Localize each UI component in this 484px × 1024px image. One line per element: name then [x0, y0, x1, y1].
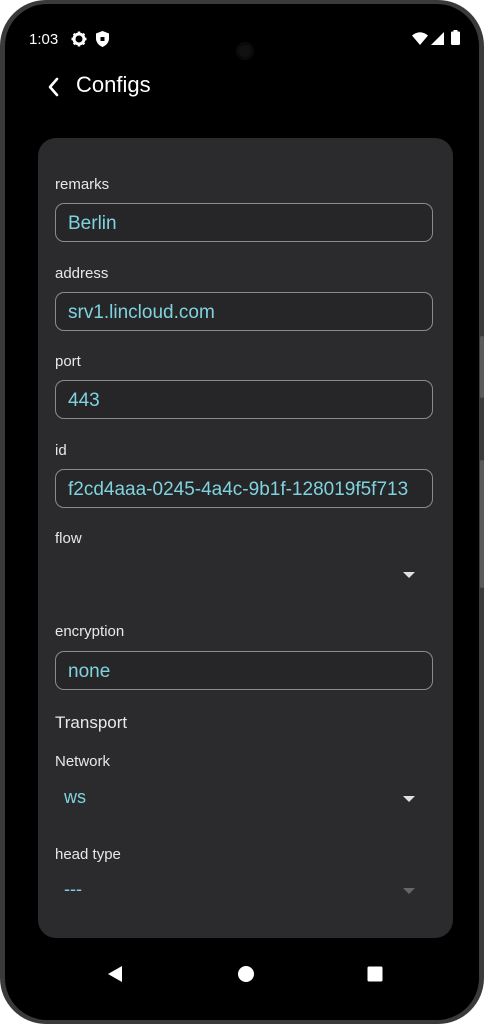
back-arrow-icon[interactable]	[42, 72, 72, 102]
flow-dropdown[interactable]	[55, 556, 433, 596]
network-dropdown[interactable]: ws	[55, 780, 433, 820]
head-type-label: head type	[55, 846, 121, 863]
dropdown-arrow-icon	[403, 888, 415, 894]
screen: 1:03 Configs remarks Berlin address srv1…	[20, 18, 479, 1011]
head-type-value: ---	[64, 879, 82, 899]
address-field[interactable]: srv1.lincloud.com	[55, 292, 433, 331]
network-label: Network	[55, 753, 111, 770]
battery-icon	[451, 30, 460, 50]
gear-icon	[71, 31, 87, 52]
config-form-card: remarks Berlin address srv1.lincloud.com…	[38, 138, 453, 938]
system-nav-bar	[20, 943, 479, 1011]
recents-square-icon[interactable]	[366, 965, 384, 988]
dropdown-arrow-icon	[403, 796, 415, 802]
address-label: address	[55, 265, 109, 282]
wifi-icon	[412, 32, 428, 50]
volume-button	[480, 460, 484, 588]
app-bar: Configs	[20, 60, 479, 116]
phone-frame: 1:03 Configs remarks Berlin address srv1…	[0, 0, 484, 1024]
page-title: Configs	[76, 72, 151, 97]
dropdown-arrow-icon	[403, 572, 415, 578]
phone-bezel: 1:03 Configs remarks Berlin address srv1…	[5, 4, 479, 1020]
shield-icon	[96, 31, 109, 52]
status-time: 1:03	[29, 31, 59, 48]
id-label: id	[55, 442, 67, 459]
network-value: ws	[64, 787, 86, 807]
head-type-dropdown[interactable]: ---	[55, 872, 433, 912]
encryption-label: encryption	[55, 623, 125, 640]
remarks-field[interactable]: Berlin	[55, 203, 433, 242]
back-triangle-icon[interactable]	[106, 965, 124, 988]
signal-icon	[431, 32, 444, 50]
id-field[interactable]: f2cd4aaa-0245-4a4c-9b1f-128019f5f713	[55, 469, 433, 508]
remarks-label: remarks	[55, 176, 110, 193]
transport-heading: Transport	[55, 713, 128, 732]
port-field[interactable]: 443	[55, 380, 433, 419]
power-button	[480, 336, 484, 398]
front-camera	[236, 42, 254, 60]
encryption-field[interactable]: none	[55, 651, 433, 690]
flow-label: flow	[55, 530, 82, 547]
home-circle-icon[interactable]	[237, 965, 255, 988]
port-label: port	[55, 353, 81, 370]
